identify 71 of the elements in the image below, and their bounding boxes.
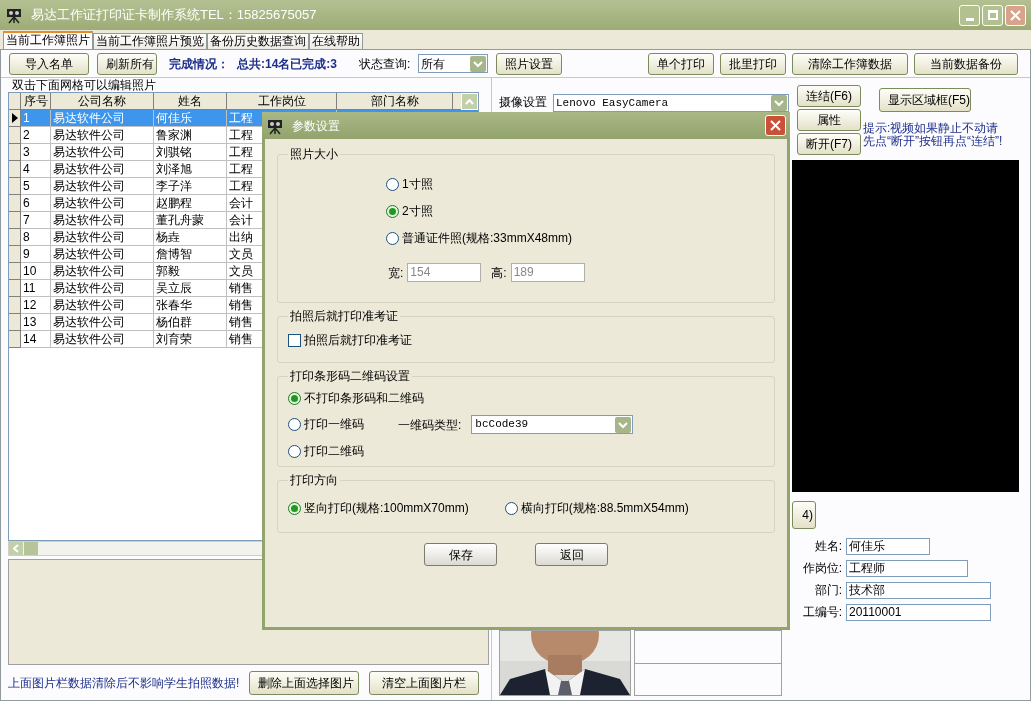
radio-button[interactable]: 竖向打印(规格:100mmX70mm) xyxy=(288,499,469,517)
button[interactable]: 单个打印 xyxy=(648,52,714,75)
text-field[interactable]: 何佳乐 xyxy=(846,537,930,555)
button[interactable]: 4) xyxy=(792,501,816,529)
button[interactable]: 照片设置 xyxy=(496,52,563,75)
height-field[interactable]: 189 xyxy=(510,263,585,282)
tab[interactable]: 当前工作簿照片预览 xyxy=(93,33,207,49)
button[interactable]: 断开(F7) xyxy=(797,133,861,155)
field-label: 作岗位: xyxy=(801,560,842,577)
table-cell: 刘育荣 xyxy=(154,331,227,348)
camera-dropdown[interactable]: Lenovo EasyCamera xyxy=(553,94,789,112)
width-field[interactable]: 154 xyxy=(407,263,482,282)
width-label: 宽: xyxy=(388,264,404,282)
tab[interactable]: 当前工作簿照片 xyxy=(3,31,93,49)
dialog-button[interactable]: 保存 xyxy=(424,543,497,566)
group-title: 打印方向 xyxy=(289,472,339,489)
grid-caption: 双击下面网格可以编辑照片 xyxy=(11,78,157,92)
dropdown-caret-icon xyxy=(771,95,787,111)
close-button[interactable] xyxy=(765,115,786,136)
status-value: 总共:14名已完成:3 xyxy=(237,55,337,73)
table-cell: 14 xyxy=(21,331,51,348)
button[interactable]: 刷新所有 xyxy=(97,52,157,75)
dropdown-caret-icon xyxy=(470,55,487,72)
text-field[interactable]: 技术部 xyxy=(846,581,991,599)
tab[interactable]: 备份历史数据查询 xyxy=(207,33,309,49)
button[interactable]: 显示区域框(F5) xyxy=(879,88,971,112)
group-title: 照片大小 xyxy=(289,146,339,163)
height-label: 高: xyxy=(491,264,507,282)
barcode-type-label: 一维码类型: xyxy=(398,416,462,434)
row-pointer-icon xyxy=(11,113,18,123)
table-cell: 易达软件公司 xyxy=(51,331,154,348)
camera-label: 摄像设置 xyxy=(499,94,547,110)
dropdown-caret-icon xyxy=(615,416,632,433)
button[interactable]: 属性 xyxy=(797,109,861,131)
field-label: 姓名: xyxy=(813,538,842,555)
status-label: 完成情况： xyxy=(169,55,229,73)
tab[interactable]: 在线帮助 xyxy=(309,33,363,49)
camera-icon xyxy=(5,6,23,24)
field-label: 部门: xyxy=(813,582,842,599)
button[interactable]: 删除上面选择图片 xyxy=(249,671,360,695)
scrollbar-thumb[interactable] xyxy=(24,542,38,555)
maximize-button[interactable] xyxy=(982,4,1003,26)
button[interactable]: 批里打印 xyxy=(720,52,786,75)
text-field[interactable]: 20110001 xyxy=(846,603,991,621)
text-field[interactable]: 工程师 xyxy=(846,559,968,577)
window-title: 易达工作证打印证卡制作系统TEL：15825675057 xyxy=(31,6,318,25)
close-icon xyxy=(1010,9,1021,21)
thumbnail-note: 上面图片栏数据清除后不影响学生拍照数据! xyxy=(8,675,240,692)
group-title: 打印条形码二维码设置 xyxy=(289,368,411,385)
button[interactable]: 导入名单 xyxy=(9,52,89,75)
scroll-up-button[interactable] xyxy=(461,93,478,110)
radio-button[interactable]: 不打印条形码和二维码 xyxy=(288,389,424,407)
barcode-type-dropdown[interactable]: bcCode39 xyxy=(471,415,634,434)
radio-button[interactable]: 打印一维码 xyxy=(288,415,364,433)
button[interactable]: 连结(F6) xyxy=(797,85,861,107)
filter-label: 状态查询: xyxy=(359,55,411,73)
minimize-button[interactable] xyxy=(959,4,980,26)
radio-button[interactable]: 1寸照 xyxy=(386,175,433,193)
close-icon xyxy=(770,120,781,131)
radio-button[interactable]: 打印二维码 xyxy=(288,442,364,460)
close-button[interactable] xyxy=(1005,4,1026,26)
radio-button[interactable]: 横向打印(规格:88.5mmX54mm) xyxy=(504,499,689,517)
scroll-up-icon xyxy=(465,98,474,105)
button[interactable]: 清空上面图片栏 xyxy=(369,671,480,695)
dialog-button[interactable]: 返回 xyxy=(535,543,608,566)
scroll-left-icon xyxy=(13,544,19,553)
button[interactable]: 当前数据备份 xyxy=(914,52,1018,75)
filter-dropdown[interactable]: 所有 xyxy=(418,54,489,73)
hint-text: 提示:视频如果静止不动请 先点“断开”按钮再点“连结”! xyxy=(863,122,1003,148)
field-label: 工编号: xyxy=(801,604,842,621)
button[interactable]: 清除工作簿数据 xyxy=(792,52,908,75)
